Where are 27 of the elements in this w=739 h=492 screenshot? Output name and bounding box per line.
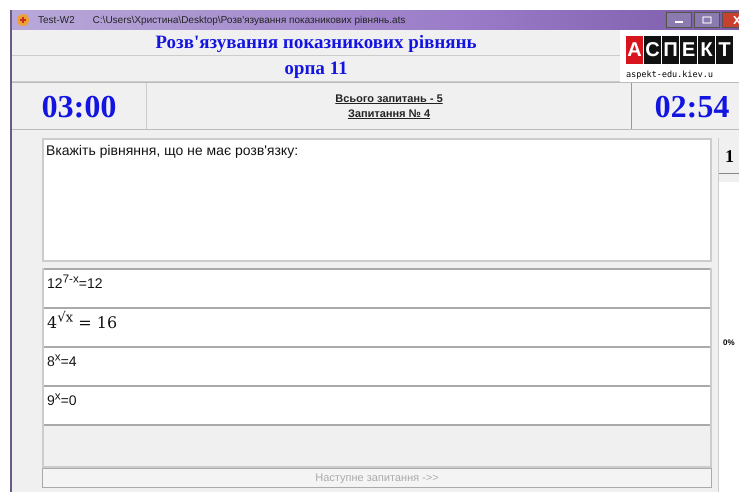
logo-letter: Е bbox=[680, 36, 697, 64]
progress-percent: 0% bbox=[723, 338, 735, 347]
answer-option[interactable]: 9$^{x}$=0 bbox=[44, 385, 710, 424]
total-timer: 03:00 bbox=[12, 83, 147, 129]
minimize-button[interactable] bbox=[666, 12, 692, 28]
remaining-timer: 02:54 bbox=[631, 83, 739, 129]
test-title: Розв'язування показникових рівнянь bbox=[12, 30, 620, 56]
question-number: Запитання № 4 bbox=[348, 108, 430, 120]
total-questions: Всього запитань - 5 bbox=[335, 92, 443, 104]
logo-letter: А bbox=[626, 36, 643, 64]
logo-letter: С bbox=[644, 36, 661, 64]
window-title: Test-W2 bbox=[38, 14, 75, 26]
logo-letter: Т bbox=[716, 36, 733, 64]
test-subtitle: орпа 11 bbox=[12, 56, 620, 82]
logo-letter: П bbox=[662, 36, 679, 64]
answer-option[interactable]: 8$^{x}$=4 bbox=[44, 346, 710, 385]
answer-option[interactable]: 12$^{7-x}$=12 bbox=[44, 268, 710, 307]
close-icon bbox=[732, 16, 739, 24]
answer-option[interactable]: 4$^{√x}$ = 16 bbox=[44, 307, 710, 346]
maximize-button[interactable] bbox=[694, 12, 720, 28]
maximize-icon bbox=[702, 16, 712, 24]
logo-letter: К bbox=[698, 36, 715, 64]
app-icon bbox=[16, 13, 30, 27]
question-counter: 1 bbox=[719, 138, 739, 174]
question-text: Вкажіть рівняння, що не має розв'язку: bbox=[42, 138, 712, 262]
logo-url: aspekt-edu.kiev.u bbox=[626, 70, 713, 80]
file-path: C:\Users\Христина\Desktop\Розв'язування показникових рівнянь.ats bbox=[92, 14, 406, 26]
